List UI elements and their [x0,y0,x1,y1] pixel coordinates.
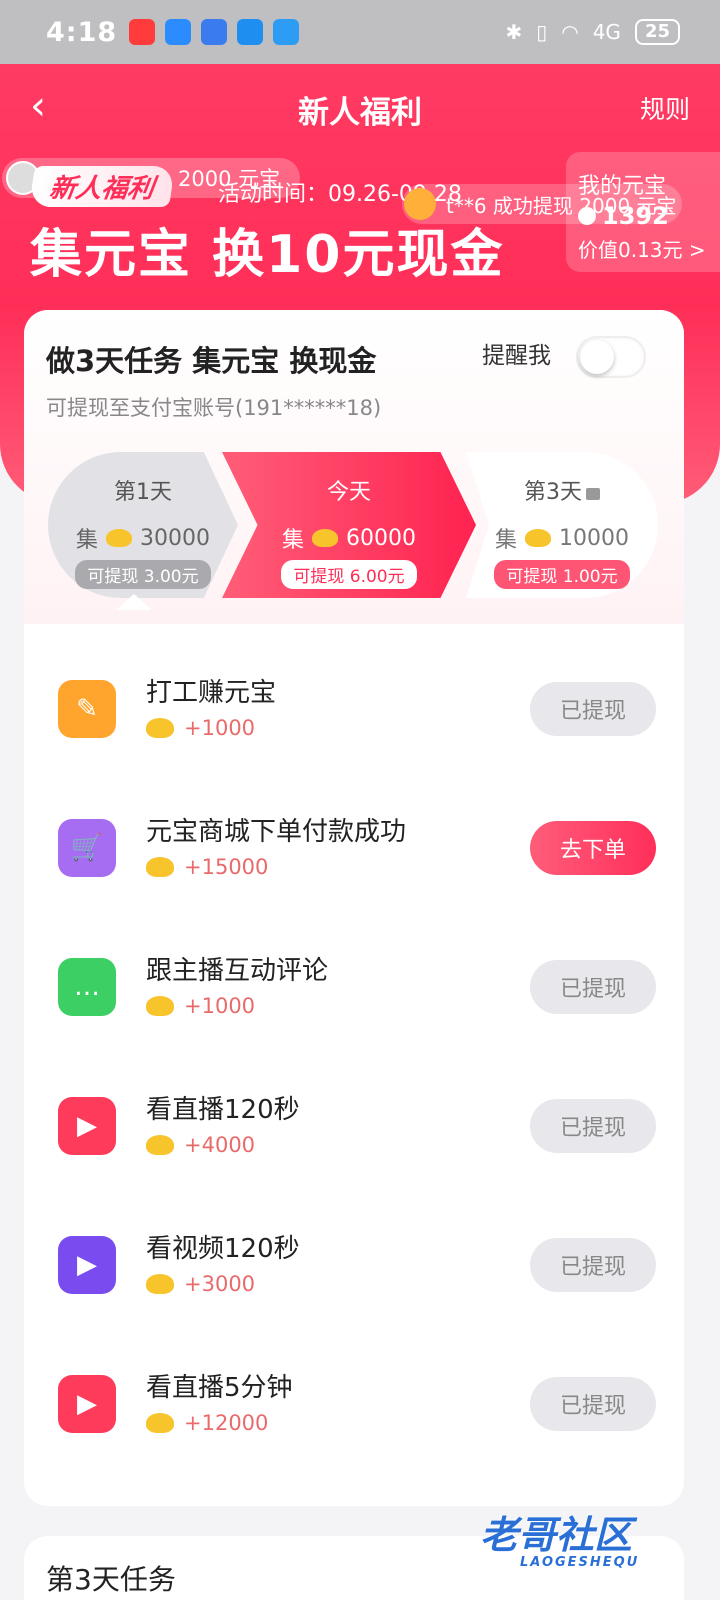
shopping-cart-icon: 🛒 [58,819,116,877]
notification-icons [129,19,300,45]
remind-toggle[interactable] [576,336,646,378]
day-amount: 60000 [346,525,416,551]
ingot-icon [146,1274,174,1294]
ingot-icon [146,857,174,877]
list-item: … 跟主播互动评论 +1000 已提现 [24,902,684,1041]
day-amount: 30000 [140,525,210,551]
play-icon: ▶ [58,1236,116,1294]
day-amount: 10000 [559,525,629,551]
list-item: 🛒 元宝商城下单付款成功 +15000 去下单 [24,763,684,902]
withdrawn-button[interactable]: 已提现 [530,1099,656,1153]
day-pointer [116,594,152,610]
task-reward: +12000 [184,1411,269,1435]
withdrawn-button[interactable]: 已提现 [530,1238,656,1292]
day-step-3[interactable]: 第3天 集 10000 可提现 1.00元 [466,452,658,598]
app-notification-icon [165,19,192,45]
list-item: ▶ 看直播120秒 +4000 已提现 [24,1041,684,1180]
my-coins-worth: 价值0.13元 > [578,238,706,262]
day-label: 第1天 [114,480,172,505]
task-name: 看直播120秒 [146,1095,300,1125]
status-time: 4:18 [46,16,118,48]
my-coins-value: 1392 [602,202,669,230]
play-icon: ▶ [58,1375,116,1433]
collect-label: 集 [75,528,98,553]
day-step-1[interactable]: 第1天 集 30000 可提现 3.00元 [48,452,238,598]
task-name: 元宝商城下单付款成功 [146,817,407,847]
card-header: 做3天任务 集元宝 换现金 提醒我 可提现至支付宝账号(191******18)… [24,310,684,624]
day-label: 第3天 [524,480,582,505]
task-name: 打工赚元宝 [146,678,277,708]
withdrawn-button[interactable]: 已提现 [530,1377,656,1431]
nav-bar: ‹ 新人福利 规则 [0,64,720,154]
battery-icon: 25 [634,19,680,45]
my-coins-panel[interactable]: 我的元宝 1392 价值0.13元 > [566,152,720,272]
day-progress: 第1天 集 30000 可提现 3.00元 今天 集 60000 可提现 6.00元… [48,452,658,598]
list-item: ▶ 看视频120秒 +3000 已提现 [24,1180,684,1319]
day-label: 今天 [326,480,371,505]
remind-label: 提醒我 [482,343,551,369]
toggle-knob [580,340,614,374]
task-name: 跟主播互动评论 [146,956,329,986]
ingot-icon [106,529,132,547]
vibrate-icon: ▯ [536,20,548,44]
ingot-icon [146,718,174,738]
back-arrow-icon[interactable]: ‹ [30,86,66,130]
watermark-subtext: LAOGESHEQU [520,1555,640,1570]
withdraw-pill: 可提现 1.00元 [494,560,630,589]
bluetooth-icon: ✱ [505,20,523,44]
withdraw-pill: 可提现 3.00元 [75,560,211,589]
task-reward: +4000 [184,1133,256,1157]
collect-label: 集 [494,528,517,553]
ingot-icon [146,1413,174,1433]
place-order-button[interactable]: 去下单 [530,821,656,875]
withdraw-pill: 可提现 6.00元 [281,560,417,589]
search-app-icon [273,19,300,45]
status-bar: 4:18 ✱ ▯ ◠ 4G 25 [0,0,720,64]
new-user-badge: 新人福利 [29,166,175,207]
my-coins-label: 我的元宝 [578,174,667,199]
task-card: 做3天任务 集元宝 换现金 提醒我 可提现至支付宝账号(191******18)… [24,310,684,1506]
lock-icon [586,488,600,500]
list-item: ✎ 打工赚元宝 +1000 已提现 [24,624,684,763]
app-notification-icon [237,19,264,45]
brush-icon: ✎ [58,680,116,738]
watermark-text: 老哥社区 [480,1513,633,1557]
ingot-icon [146,996,174,1016]
alipay-account: 可提现至支付宝账号(191******18) [46,396,382,420]
ingot-icon [146,1135,174,1155]
withdrawn-button[interactable]: 已提现 [530,682,656,736]
collect-label: 集 [281,528,304,553]
watermark-logo: 老哥社区 LAOGESHEQU [480,1504,639,1570]
list-item: ▶ 看直播5分钟 +12000 已提现 [24,1319,684,1458]
ingot-icon [312,529,338,547]
task-reward: +1000 [184,716,256,740]
rules-link[interactable]: 规则 [640,90,690,126]
app-notification-icon [201,19,228,45]
card-title: 做3天任务 集元宝 换现金 [46,344,377,378]
day-step-today[interactable]: 今天 集 60000 可提现 6.00元 [222,452,476,598]
task-reward: +15000 [184,855,269,879]
withdrawn-button[interactable]: 已提现 [530,960,656,1014]
task-reward: +1000 [184,994,256,1018]
section-title: 第3天任务 [46,1563,176,1596]
chat-bubble-icon: … [58,958,116,1016]
task-reward: +3000 [184,1272,256,1296]
task-list: ✎ 打工赚元宝 +1000 已提现 🛒 元宝商城下单付款成功 +15000 去下… [24,624,684,1458]
signal-icon: 4G [592,20,621,44]
page-title: 新人福利 [298,94,422,131]
coin-icon [578,207,596,225]
task-name: 看直播5分钟 [146,1373,293,1403]
wifi-icon: ◠ [561,20,579,44]
app-notification-icon [129,19,156,45]
ingot-icon [525,529,551,547]
play-icon: ▶ [58,1097,116,1155]
task-name: 看视频120秒 [146,1234,300,1264]
headline: 集元宝 换10元现金 [30,225,505,285]
